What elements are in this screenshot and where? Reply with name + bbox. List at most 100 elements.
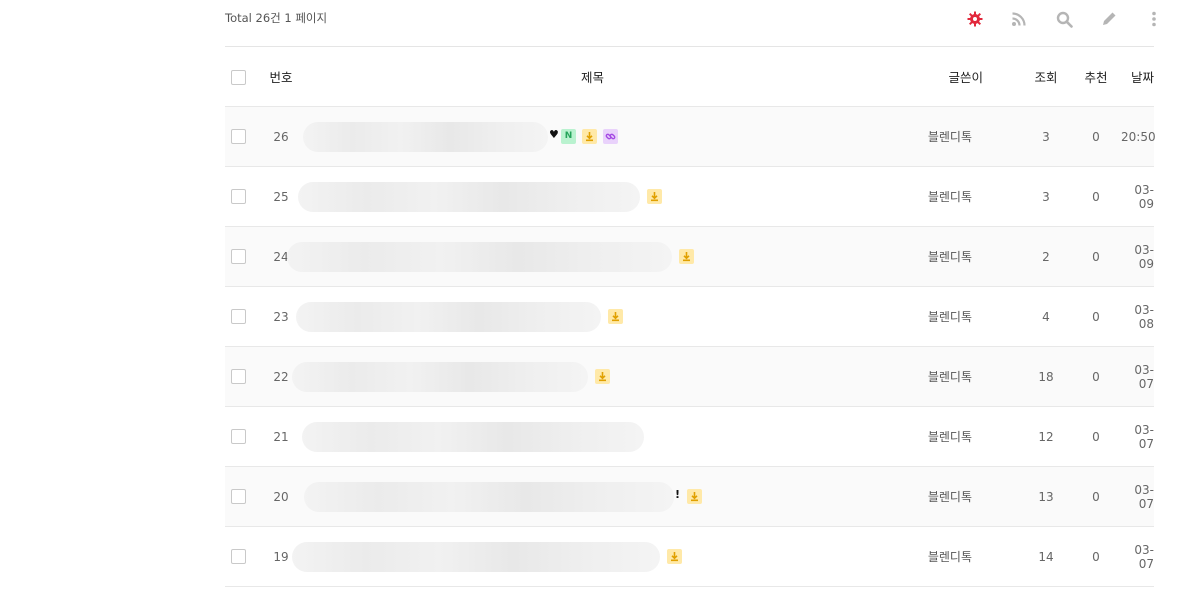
post-views: 18 <box>1021 346 1071 407</box>
attachment-download-icon <box>679 249 694 264</box>
row-checkbox[interactable] <box>231 489 246 504</box>
post-title-link-redacted[interactable] <box>292 542 660 572</box>
post-date: 03-07 <box>1121 346 1154 407</box>
post-title-link-redacted[interactable] <box>304 482 674 512</box>
select-all-cell <box>225 47 252 107</box>
row-checkbox[interactable] <box>231 129 246 144</box>
post-views: 14 <box>1021 526 1071 587</box>
rss-icon[interactable] <box>1008 8 1030 30</box>
post-number: 26 <box>252 106 310 167</box>
more-vertical-icon[interactable] <box>1143 8 1165 30</box>
row-select-cell <box>225 106 252 167</box>
column-header-writer: 글쓴이 <box>875 47 1021 107</box>
write-pencil-icon[interactable] <box>1098 8 1120 30</box>
title-mark-glyph: ♥ <box>549 128 559 141</box>
table-row: 21 블렌디톡 12 0 03-07 <box>225 406 1154 467</box>
row-select-cell <box>225 466 252 527</box>
post-subject-cell <box>298 166 875 227</box>
post-writer-name[interactable]: 블렌디톡 <box>928 370 972 384</box>
column-header-recommend[interactable]: 추천 <box>1071 47 1121 107</box>
post-date: 03-09 <box>1121 166 1154 227</box>
row-select-cell <box>225 346 252 407</box>
column-header-subject: 제목 <box>310 47 875 107</box>
post-views: 3 <box>1021 106 1071 167</box>
post-date: 03-07 <box>1121 406 1154 467</box>
row-select-cell <box>225 226 252 287</box>
post-writer-cell: 블렌디톡 <box>875 106 1021 167</box>
post-writer-cell: 블렌디톡 <box>875 166 1021 227</box>
post-writer-name[interactable]: 블렌디톡 <box>928 550 972 564</box>
search-icon[interactable] <box>1053 8 1075 30</box>
new-post-icon: N <box>561 129 576 144</box>
attachment-download-icon <box>667 549 682 564</box>
row-select-cell <box>225 286 252 347</box>
row-checkbox[interactable] <box>231 549 246 564</box>
post-subject-cell <box>292 346 875 407</box>
post-views: 4 <box>1021 286 1071 347</box>
row-select-cell <box>225 166 252 227</box>
post-views: 3 <box>1021 166 1071 227</box>
table-row: 26 ♥ N 블렌디톡 3 0 20:50 <box>225 106 1156 167</box>
post-writer-cell: 블렌디톡 <box>875 406 1021 467</box>
post-writer-cell: 블렌디톡 <box>875 226 1021 287</box>
column-header-num[interactable]: 번호 <box>252 47 310 107</box>
row-checkbox[interactable] <box>231 249 246 264</box>
attachment-download-icon <box>608 309 623 324</box>
title-mark-glyph: ! <box>675 488 681 501</box>
post-writer-name[interactable]: 블렌디톡 <box>928 490 972 504</box>
attachment-download-icon <box>582 129 597 144</box>
post-writer-name[interactable]: 블렌디톡 <box>928 310 972 324</box>
attachment-download-icon <box>595 369 610 384</box>
table-row: 23 블렌디톡 4 0 03-08 <box>225 286 1154 347</box>
post-title-link-redacted[interactable] <box>302 422 644 452</box>
table-header-row: 번호 제목 글쓴이 조회 추천 날짜 <box>225 47 1154 107</box>
post-subject-cell: ! <box>304 466 875 527</box>
row-checkbox[interactable] <box>231 429 246 444</box>
row-select-cell <box>225 406 252 467</box>
post-title-link-redacted[interactable] <box>298 182 640 212</box>
row-select-cell <box>225 526 252 587</box>
post-writer-name[interactable]: 블렌디톡 <box>928 430 972 444</box>
board-top-bar: Total 26건 1 페이지 <box>225 0 1156 47</box>
post-recommend-count: 0 <box>1071 106 1121 167</box>
post-views: 13 <box>1021 466 1071 527</box>
select-all-checkbox[interactable] <box>231 69 246 85</box>
post-views: 2 <box>1021 226 1071 287</box>
post-recommend-count: 0 <box>1071 286 1121 347</box>
board-container: Total 26건 1 페이지 번호 제목 글쓴이 조회 추천 날짜 26 ♥ … <box>225 0 1156 587</box>
total-count-text: Total 26건 1 페이지 <box>225 11 328 25</box>
column-header-views[interactable]: 조회 <box>1021 47 1071 107</box>
admin-gear-icon[interactable] <box>964 8 986 30</box>
post-title-link-redacted[interactable] <box>296 302 601 332</box>
post-subject-cell <box>292 526 875 587</box>
post-title-link-redacted[interactable] <box>287 242 672 272</box>
post-date: 03-08 <box>1121 286 1154 347</box>
post-title-link-redacted[interactable] <box>292 362 588 392</box>
post-recommend-count: 0 <box>1071 346 1121 407</box>
post-writer-cell: 블렌디톡 <box>875 466 1021 527</box>
post-recommend-count: 0 <box>1071 466 1121 527</box>
post-date: 03-09 <box>1121 226 1154 287</box>
table-row: 20! 블렌디톡 13 0 03-07 <box>225 466 1154 527</box>
post-views: 12 <box>1021 406 1071 467</box>
table-row: 22 블렌디톡 18 0 03-07 <box>225 346 1154 407</box>
post-writer-name[interactable]: 블렌디톡 <box>928 130 972 144</box>
post-title-link-redacted[interactable] <box>303 122 548 152</box>
post-writer-name[interactable]: 블렌디톡 <box>928 250 972 264</box>
table-row: 19 블렌디톡 14 0 03-07 <box>225 526 1154 587</box>
attachment-download-icon <box>647 189 662 204</box>
row-checkbox[interactable] <box>231 189 246 204</box>
post-recommend-count: 0 <box>1071 406 1121 467</box>
post-writer-cell: 블렌디톡 <box>875 286 1021 347</box>
post-subject-cell <box>296 286 875 347</box>
post-recommend-count: 0 <box>1071 166 1121 227</box>
post-date: 03-07 <box>1121 466 1154 527</box>
post-writer-cell: 블렌디톡 <box>875 526 1021 587</box>
column-header-date[interactable]: 날짜 <box>1121 47 1154 107</box>
post-writer-name[interactable]: 블렌디톡 <box>928 190 972 204</box>
row-checkbox[interactable] <box>231 369 246 384</box>
post-date: 20:50 <box>1121 106 1156 167</box>
post-writer-cell: 블렌디톡 <box>875 346 1021 407</box>
row-checkbox[interactable] <box>231 309 246 324</box>
board-toolbar <box>954 8 1156 30</box>
